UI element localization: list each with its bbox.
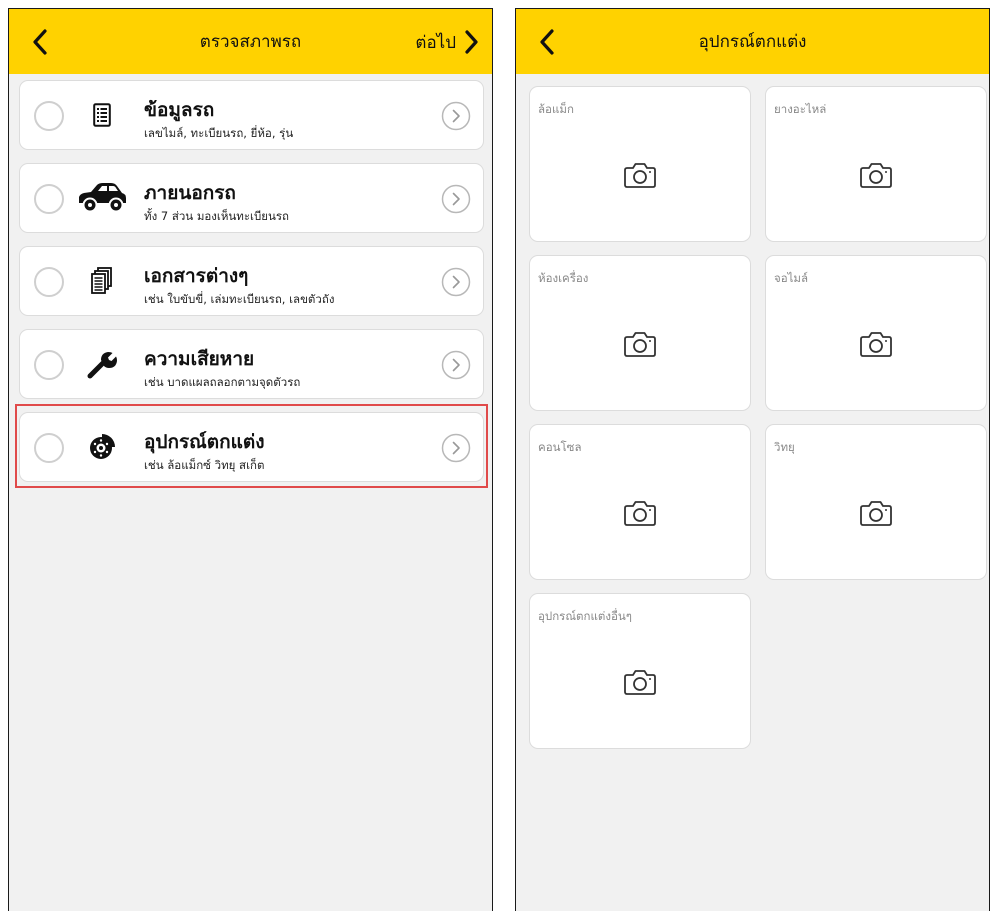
item-subtitle: ทั้ง 7 ส่วน มองเห็นทะเบียนรถ [144, 209, 290, 223]
next-button[interactable]: ต่อไป [415, 25, 478, 59]
inspection-menu-list: ข้อมูลรถ เลขไมล์, ทะเบียนรถ, ยี่ห้อ, รุ่… [9, 74, 492, 482]
item-subtitle: เลขไมล์, ทะเบียนรถ, ยี่ห้อ, รุ่น [144, 126, 294, 140]
photo-card-radio[interactable]: วิทยุ [765, 424, 987, 580]
radio-button[interactable] [34, 101, 64, 131]
item-title: อุปกรณ์ตกแต่ง [144, 431, 265, 453]
chevron-left-icon [33, 29, 47, 55]
camera-icon[interactable] [859, 499, 893, 527]
camera-icon[interactable] [623, 330, 657, 358]
chevron-right-icon [465, 30, 478, 54]
photo-label: ล้อแม็ก [538, 102, 574, 116]
radio-button[interactable] [34, 350, 64, 380]
chevron-circle-right-icon[interactable] [441, 184, 471, 214]
chevron-circle-right-icon[interactable] [441, 350, 471, 380]
accessories-screen: อุปกรณ์ตกแต่ง ล้อแม็ก ยางอะไหล่ ห้องเครื… [515, 8, 990, 911]
photo-card-console[interactable]: คอนโซล [529, 424, 751, 580]
photo-label: ห้องเครื่อง [538, 271, 589, 285]
camera-icon[interactable] [623, 499, 657, 527]
photo-grid: ล้อแม็ก ยางอะไหล่ ห้องเครื่อง จอไมล์ คอน… [516, 74, 989, 749]
photo-card-odometer[interactable]: จอไมล์ [765, 255, 987, 411]
camera-icon[interactable] [859, 330, 893, 358]
item-subtitle: เช่น บาดแผลถลอกตามจุดตัวรถ [144, 375, 301, 389]
header-bar: ตรวจสภาพรถ ต่อไป [9, 9, 492, 74]
item-title: เอกสารต่างๆ [144, 265, 249, 287]
photo-card-engine-room[interactable]: ห้องเครื่อง [529, 255, 751, 411]
photo-label: อุปกรณ์ตกแต่งอื่นๆ [538, 609, 632, 623]
menu-item-documents[interactable]: เอกสารต่างๆ เช่น ใบขับขี่, เล่มทะเบียนรถ… [19, 246, 484, 316]
chevron-circle-right-icon[interactable] [441, 267, 471, 297]
document-list-icon [76, 95, 128, 135]
item-title: ข้อมูลรถ [144, 99, 215, 121]
next-label: ต่อไป [415, 32, 456, 53]
chevron-circle-right-icon[interactable] [441, 433, 471, 463]
menu-item-accessories[interactable]: อุปกรณ์ตกแต่ง เช่น ล้อแม็กซ์ วิทยุ สเก็ต [19, 412, 484, 482]
menu-item-damage[interactable]: ความเสียหาย เช่น บาดแผลถลอกตามจุดตัวรถ [19, 329, 484, 399]
radio-button[interactable] [34, 267, 64, 297]
camera-icon[interactable] [859, 161, 893, 189]
item-title: ภายนอกรถ [144, 182, 236, 204]
photo-label: จอไมล์ [774, 271, 809, 285]
photo-card-other-accessories[interactable]: อุปกรณ์ตกแต่งอื่นๆ [529, 593, 751, 749]
inspection-screen: ตรวจสภาพรถ ต่อไป ข้อมูลรถ เลขไมล์, ทะเบี… [8, 8, 493, 911]
page-title: อุปกรณ์ตกแต่ง [698, 32, 807, 52]
photo-label: วิทยุ [774, 440, 795, 454]
radio-button[interactable] [34, 433, 64, 463]
photo-label: ยางอะไหล่ [774, 102, 827, 116]
chevron-left-icon [540, 29, 554, 55]
item-subtitle: เช่น ล้อแม็กซ์ วิทยุ สเก็ต [144, 458, 265, 472]
brake-disc-icon [76, 427, 128, 467]
menu-item-car-info[interactable]: ข้อมูลรถ เลขไมล์, ทะเบียนรถ, ยี่ห้อ, รุ่… [19, 80, 484, 150]
menu-item-exterior[interactable]: ภายนอกรถ ทั้ง 7 ส่วน มองเห็นทะเบียนรถ [19, 163, 484, 233]
wrench-icon [76, 344, 128, 384]
back-button[interactable] [25, 25, 55, 59]
page-title: ตรวจสภาพรถ [199, 32, 302, 52]
back-button[interactable] [532, 25, 562, 59]
documents-icon [76, 261, 128, 301]
radio-button[interactable] [34, 184, 64, 214]
car-icon [76, 178, 128, 218]
chevron-circle-right-icon[interactable] [441, 101, 471, 131]
photo-card-spare-tire[interactable]: ยางอะไหล่ [765, 86, 987, 242]
photo-label: คอนโซล [538, 440, 582, 454]
photo-card-mag-wheel[interactable]: ล้อแม็ก [529, 86, 751, 242]
camera-icon[interactable] [623, 161, 657, 189]
item-title: ความเสียหาย [144, 348, 255, 370]
item-subtitle: เช่น ใบขับขี่, เล่มทะเบียนรถ, เลขตัวถัง [144, 292, 335, 306]
camera-icon[interactable] [623, 668, 657, 696]
header-bar: อุปกรณ์ตกแต่ง [516, 9, 989, 74]
